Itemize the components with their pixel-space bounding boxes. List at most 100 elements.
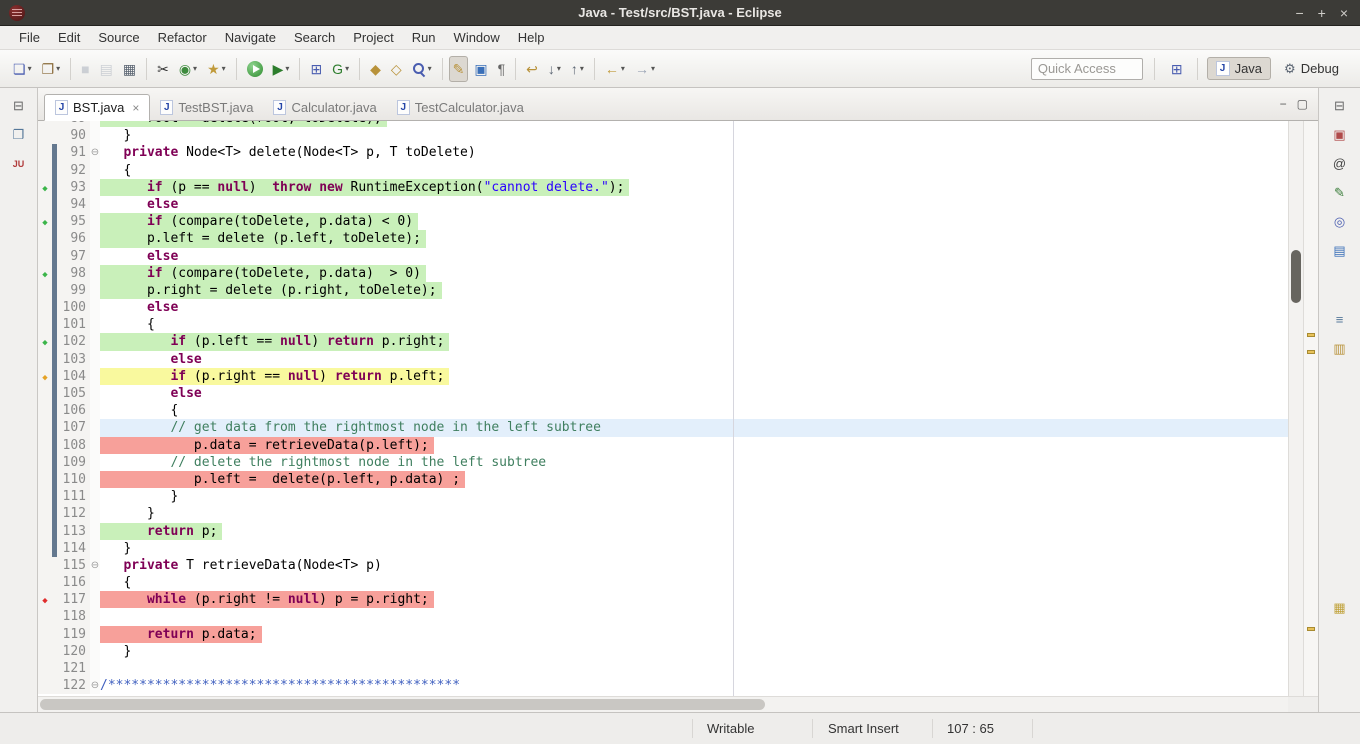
code-line-106[interactable]: 106 {: [38, 402, 1288, 419]
maximize-button[interactable]: +: [1318, 1, 1326, 25]
code-text[interactable]: {: [100, 316, 1288, 333]
code-line-109[interactable]: 109 // delete the rightmost node in the …: [38, 454, 1288, 471]
forward-button[interactable]: →▾: [631, 56, 659, 82]
search-view-icon[interactable]: ◎: [1334, 214, 1345, 230]
debug-perspective-button[interactable]: ⚙Debug: [1275, 57, 1348, 81]
declaration-view-icon[interactable]: ✎: [1334, 185, 1345, 201]
code-line-96[interactable]: 96 p.left = delete (p.left, toDelete);: [38, 230, 1288, 247]
next-annotation-button[interactable]: ↓▾: [544, 56, 565, 82]
back-button[interactable]: ←▾: [601, 56, 629, 82]
code-line-116[interactable]: 116 {: [38, 574, 1288, 591]
overview-mark[interactable]: [1307, 627, 1315, 631]
coverage-marker-full-icon[interactable]: ◆: [42, 338, 47, 348]
code-text[interactable]: if (p.left == null) return p.right;: [100, 333, 1288, 350]
tab-calculator-java[interactable]: JCalculator.java: [263, 94, 386, 121]
vertical-scrollbar-thumb[interactable]: [1291, 250, 1301, 303]
new-button[interactable]: ❏▾: [9, 56, 36, 82]
tab-close-icon[interactable]: ×: [132, 101, 139, 115]
overview-mark[interactable]: [1307, 333, 1315, 337]
code-line-115[interactable]: 115⊖ private T retrieveData(Node<T> p): [38, 557, 1288, 574]
code-line-93[interactable]: ◆93 if (p == null) throw new RuntimeExce…: [38, 179, 1288, 196]
code-text[interactable]: p.left = delete (p.left, toDelete);: [100, 230, 1288, 247]
code-line-100[interactable]: 100 else: [38, 299, 1288, 316]
code-line-117[interactable]: ◆117 while (p.right != null) p = p.right…: [38, 591, 1288, 608]
code-text[interactable]: if (compare(toDelete, p.data) > 0): [100, 265, 1288, 282]
code-text[interactable]: private Node<T> delete(Node<T> p, T toDe…: [100, 144, 1288, 161]
coverage-marker-full-icon[interactable]: ◆: [42, 184, 47, 194]
code-text[interactable]: private T retrieveData(Node<T> p): [100, 557, 1288, 574]
print-button[interactable]: ▦: [119, 56, 140, 82]
code-line-111[interactable]: 111 }: [38, 488, 1288, 505]
code-line-120[interactable]: 120 }: [38, 643, 1288, 660]
code-text[interactable]: // get data from the rightmost node in t…: [100, 419, 1288, 436]
menu-navigate[interactable]: Navigate: [216, 28, 285, 47]
code-line-91[interactable]: 91⊖ private Node<T> delete(Node<T> p, T …: [38, 144, 1288, 161]
open-type-button[interactable]: ◆: [366, 56, 385, 82]
junit-view-icon[interactable]: JU: [13, 156, 25, 172]
run-history-button[interactable]: ▶▾: [269, 56, 294, 82]
menu-edit[interactable]: Edit: [49, 28, 89, 47]
templates-view-icon[interactable]: ▥: [1333, 341, 1345, 357]
fold-collapse-icon[interactable]: ⊖: [91, 560, 99, 571]
code-viewport[interactable]: 89 root = delete(root, toDelete);90 }91⊖…: [38, 121, 1288, 696]
code-text[interactable]: if (p.right == null) return p.left;: [100, 368, 1288, 385]
code-line-112[interactable]: 112 }: [38, 505, 1288, 522]
coverage-marker-full-icon[interactable]: ◆: [42, 270, 47, 280]
code-text[interactable]: if (p == null) throw new RuntimeExceptio…: [100, 179, 1288, 196]
coverage-marker-none-icon[interactable]: ◆: [42, 596, 47, 606]
debug-button[interactable]: ⊞: [306, 56, 326, 82]
horizontal-scrollbar-thumb[interactable]: [40, 699, 765, 710]
code-text[interactable]: p.data = retrieveData(p.left);: [100, 437, 1288, 454]
code-line-90[interactable]: 90 }: [38, 127, 1288, 144]
previous-annotation-button[interactable]: ↑▾: [567, 56, 588, 82]
code-line-101[interactable]: 101 {: [38, 316, 1288, 333]
code-line-114[interactable]: 114 }: [38, 540, 1288, 557]
outline-view-icon[interactable]: ≡: [1336, 312, 1344, 328]
tab-bst-java[interactable]: JBST.java×: [44, 94, 150, 121]
menu-refactor[interactable]: Refactor: [149, 28, 216, 47]
code-line-99[interactable]: 99 p.right = delete (p.right, toDelete);: [38, 282, 1288, 299]
java-perspective-button[interactable]: JJava: [1207, 57, 1271, 80]
cut-button[interactable]: ✂: [153, 56, 173, 82]
overview-mark[interactable]: [1307, 350, 1315, 354]
code-text[interactable]: while (p.right != null) p = p.right;: [100, 591, 1288, 608]
code-line-122[interactable]: 122⊖/***********************************…: [38, 677, 1288, 694]
javadoc-view-icon[interactable]: @: [1333, 156, 1346, 172]
code-text[interactable]: {: [100, 402, 1288, 419]
menu-window[interactable]: Window: [445, 28, 509, 47]
code-text[interactable]: if (compare(toDelete, p.data) < 0): [100, 213, 1288, 230]
code-text[interactable]: }: [100, 643, 1288, 660]
code-line-105[interactable]: 105 else: [38, 385, 1288, 402]
quick-access-input[interactable]: [1031, 58, 1143, 80]
code-line-118[interactable]: 118: [38, 608, 1288, 625]
code-text[interactable]: else: [100, 351, 1288, 368]
open-console-button[interactable]: ▣: [470, 56, 491, 82]
code-line-110[interactable]: 110 p.left = delete(p.left, p.data) ;: [38, 471, 1288, 488]
code-text[interactable]: [100, 608, 1288, 625]
open-perspective-button[interactable]: ⊞: [1167, 56, 1187, 82]
package-explorer-view-icon[interactable]: ❐: [13, 127, 25, 143]
code-text[interactable]: p.left = delete(p.left, p.data) ;: [100, 471, 1288, 488]
run-button[interactable]: [243, 56, 267, 82]
code-line-107[interactable]: 107 // get data from the rightmost node …: [38, 419, 1288, 436]
code-text[interactable]: }: [100, 127, 1288, 144]
show-whitespace-button[interactable]: ¶: [494, 56, 510, 82]
vertical-scrollbar[interactable]: [1288, 121, 1303, 696]
code-text[interactable]: return p;: [100, 523, 1288, 540]
code-text[interactable]: }: [100, 488, 1288, 505]
search-button[interactable]: ▾: [408, 56, 436, 82]
code-text[interactable]: // delete the rightmost node in the left…: [100, 454, 1288, 471]
code-line-102[interactable]: ◆102 if (p.left == null) return p.right;: [38, 333, 1288, 350]
code-line-95[interactable]: ◆95 if (compare(toDelete, p.data) < 0): [38, 213, 1288, 230]
code-line-97[interactable]: 97 else: [38, 248, 1288, 265]
minimize-editor-icon[interactable]: −: [1280, 97, 1287, 111]
code-line-103[interactable]: 103 else: [38, 351, 1288, 368]
toggle-mark-occurrences-button[interactable]: ✎: [449, 56, 469, 82]
coverage-marker-full-icon[interactable]: ◆: [42, 218, 47, 228]
code-text[interactable]: {: [100, 574, 1288, 591]
problems-view-icon[interactable]: ▣: [1333, 127, 1345, 143]
code-text[interactable]: else: [100, 248, 1288, 265]
code-text[interactable]: else: [100, 196, 1288, 213]
code-text[interactable]: }: [100, 540, 1288, 557]
code-line-121[interactable]: 121: [38, 660, 1288, 677]
